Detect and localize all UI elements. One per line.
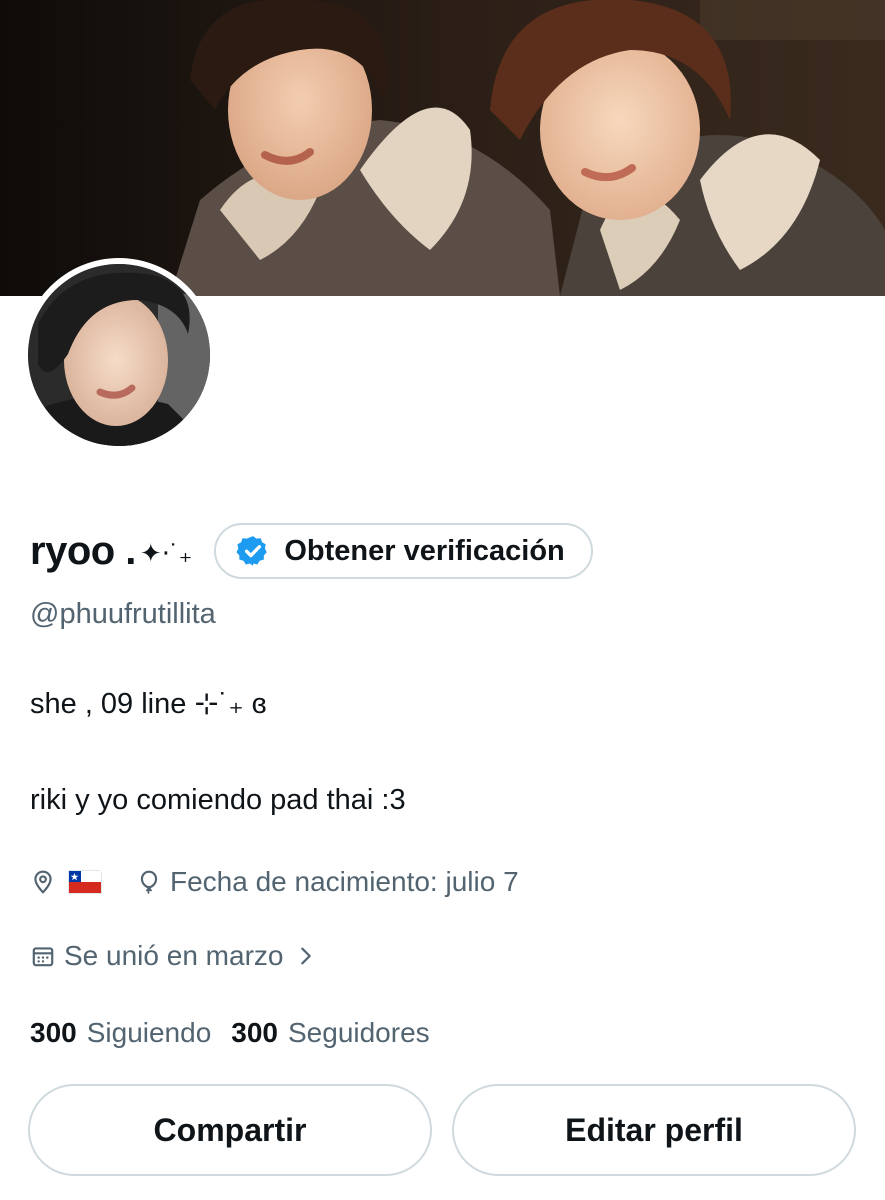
balloon-icon (140, 870, 158, 894)
verified-badge-icon (236, 536, 268, 566)
avatar-image (28, 264, 210, 446)
joined-date-link[interactable]: Se unió en marzo (30, 940, 317, 972)
joined-label: Se unió en marzo (64, 940, 284, 971)
profile-banner-image[interactable] (0, 0, 885, 296)
calendar-icon (32, 947, 54, 967)
name-sparkle-emoji: ✦⋅˙₊ (139, 537, 193, 568)
following-count[interactable]: 300 (30, 1017, 77, 1049)
chile-flag-icon (68, 870, 102, 894)
profile-handle: @phuufrutillita (30, 598, 216, 630)
bio-line-1: she , 09 line ⊹˙₊ ɞ (30, 688, 267, 720)
profile-name-row: ryoo . ✦⋅˙₊ Obtener verificación (30, 522, 593, 580)
location-pin-icon (34, 870, 52, 894)
birthday-label: Fecha de nacimiento: julio 7 (170, 866, 519, 897)
follow-counts: 300 Siguiendo 300 Seguidores (30, 1017, 450, 1049)
chevron-right-icon (301, 947, 312, 965)
share-button[interactable]: Compartir (28, 1084, 432, 1176)
bio-line-2: riki y yo comiendo pad thai :3 (30, 784, 406, 816)
following-label[interactable]: Siguiendo (87, 1017, 212, 1049)
profile-meta-location-birthday: Fecha de nacimiento: julio 7 (30, 866, 519, 898)
display-name: ryoo . (30, 528, 136, 573)
edit-profile-button[interactable]: Editar perfil (452, 1084, 856, 1176)
get-verified-button[interactable]: Obtener verificación (214, 523, 593, 579)
profile-avatar[interactable] (22, 258, 216, 452)
followers-count[interactable]: 300 (231, 1017, 278, 1049)
followers-label[interactable]: Seguidores (288, 1017, 430, 1049)
get-verified-label: Obtener verificación (284, 534, 565, 567)
